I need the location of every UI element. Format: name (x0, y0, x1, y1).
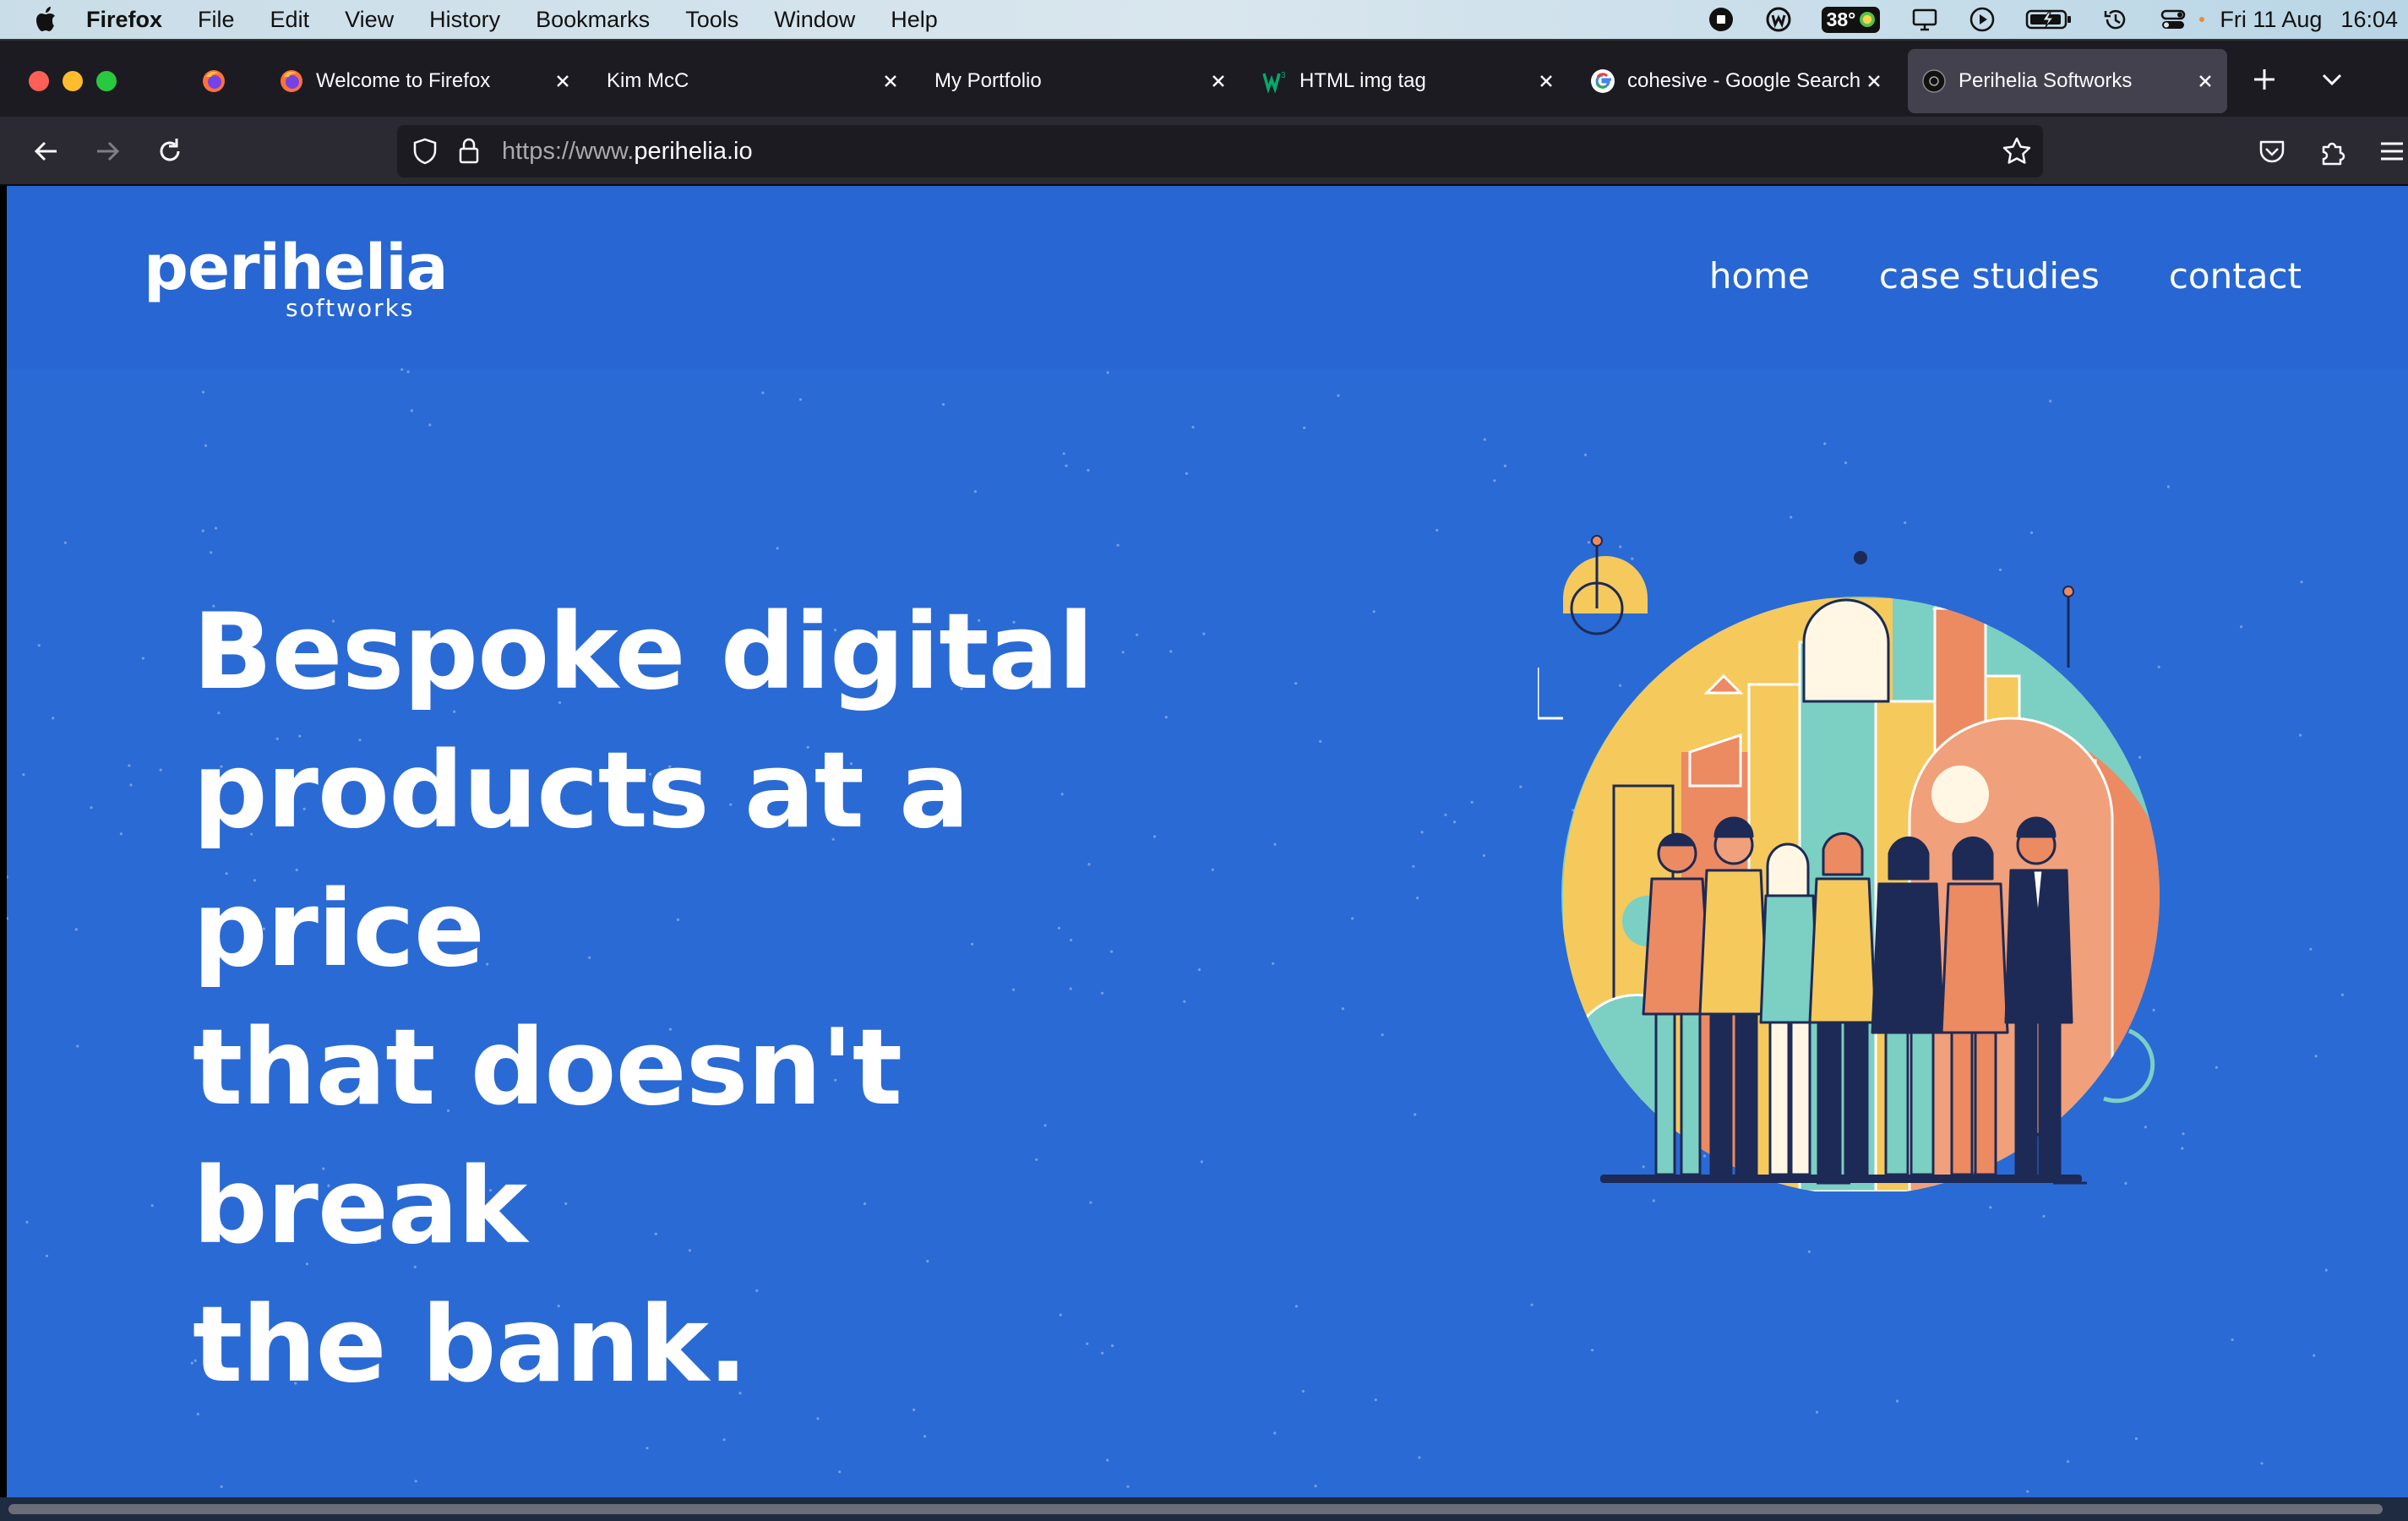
url-domain: perihelia.io (634, 138, 753, 165)
menu-window[interactable]: Window (774, 7, 855, 33)
svg-text:3: 3 (1281, 71, 1286, 80)
macos-menu-bar: Firefox File Edit View History Bookmarks… (0, 0, 2408, 39)
list-all-tabs-chevron-icon[interactable] (2317, 64, 2347, 95)
window-zoom-button[interactable] (96, 71, 117, 91)
url-prefix: https://www. (502, 138, 635, 165)
close-tab-icon[interactable] (2193, 69, 2217, 93)
status-area: 38° Fri 11 Aug 16:04 (1707, 0, 2408, 39)
w3schools-icon: 3 (1262, 71, 1286, 94)
hero-line-1: Bespoke digital (193, 592, 1094, 713)
lock-icon[interactable] (456, 137, 482, 166)
new-tab-plus-icon[interactable] (2249, 64, 2280, 95)
firefox-icon (281, 70, 302, 92)
menu-bookmarks[interactable]: Bookmarks (536, 7, 650, 33)
url-text[interactable]: https://www.perihelia.io (502, 138, 753, 166)
hero-illustration (1538, 535, 2160, 1191)
close-tab-icon[interactable] (879, 69, 902, 93)
menu-help[interactable]: Help (891, 7, 938, 33)
tab-html-img-tag[interactable]: 3 HTML img tag (1262, 49, 1558, 113)
extensions-puzzle-icon[interactable] (2317, 135, 2349, 167)
tab-pinned-firefox[interactable] (201, 49, 240, 113)
tracking-protection-shield-icon[interactable] (411, 137, 439, 166)
logo-subtitle: softworks (286, 294, 415, 322)
nav-link-contact[interactable]: contact (2169, 255, 2302, 297)
scrollbar-thumb[interactable] (8, 1504, 2383, 1514)
tab-strip: Welcome to Firefox Kim McC My Portfolio … (0, 39, 2408, 117)
menubar-date[interactable]: Fri 11 Aug (2220, 7, 2322, 33)
record-stop-icon[interactable] (1707, 5, 1735, 34)
site-navigation: home case studies contact (1709, 255, 2302, 297)
temperature-value: 38° (1826, 8, 1856, 30)
google-icon (1591, 69, 1615, 93)
display-icon[interactable] (1910, 5, 1939, 34)
menubar-time[interactable]: 16:04 (2340, 7, 2398, 33)
bookmark-star-icon[interactable] (2001, 135, 2033, 167)
window-minimize-button[interactable] (63, 71, 83, 91)
close-tab-icon[interactable] (1534, 69, 1558, 93)
web-page: perihelia softworks home case studies co… (7, 186, 2408, 1497)
tab-title: Welcome to Firefox (316, 69, 491, 92)
close-tab-icon[interactable] (551, 69, 575, 93)
hero-line-2: products at a price (193, 730, 970, 990)
app-menu-firefox[interactable]: Firefox (86, 7, 162, 33)
pocket-icon[interactable] (2256, 135, 2288, 167)
hero-headline: Bespoke digital products at a price that… (193, 583, 1257, 1415)
weather-badge[interactable]: 38° (1821, 6, 1881, 33)
tab-welcome-firefox[interactable]: Welcome to Firefox (279, 49, 575, 113)
nav-link-home[interactable]: home (1709, 255, 1810, 297)
close-tab-icon[interactable] (1207, 69, 1230, 93)
site-icon (1922, 69, 1946, 93)
forward-arrow-icon[interactable] (91, 135, 123, 167)
reload-icon[interactable] (154, 135, 186, 167)
screen: Firefox File Edit View History Bookmarks… (0, 0, 2408, 1521)
battery-icon[interactable] (2025, 5, 2073, 34)
tab-title: Kim McC (607, 69, 689, 92)
hero-line-4: the bank. (193, 1284, 748, 1406)
tab-title: cohesive - Google Search (1627, 69, 1861, 92)
menu-tools[interactable]: Tools (685, 7, 738, 33)
horizontal-scrollbar[interactable] (0, 1497, 2408, 1521)
nav-link-case-studies[interactable]: case studies (1879, 255, 2100, 297)
mic-indicator-dot (2199, 17, 2205, 22)
tab-google-search[interactable]: cohesive - Google Search (1590, 49, 1886, 113)
app-menu-hamburger-icon[interactable] (2376, 135, 2408, 167)
tab-perihelia-softworks[interactable]: Perihelia Softworks (1908, 49, 2227, 113)
apple-menu-icon[interactable] (32, 5, 57, 34)
site-header: perihelia softworks home case studies co… (7, 186, 2408, 368)
menu-view[interactable]: View (345, 7, 394, 33)
menu-file[interactable]: File (198, 7, 235, 33)
w-app-icon[interactable] (1764, 5, 1793, 34)
tab-title: Perihelia Softworks (1959, 69, 2133, 92)
tab-title: HTML img tag (1299, 69, 1426, 92)
play-icon[interactable] (1968, 5, 1997, 34)
control-center-icon[interactable] (2159, 5, 2187, 34)
navigation-toolbar: https://www.perihelia.io (0, 117, 2408, 186)
menu-edit[interactable]: Edit (270, 7, 310, 33)
tab-title: My Portfolio (934, 69, 1042, 92)
url-bar[interactable]: https://www.perihelia.io (397, 125, 2043, 177)
menu-history[interactable]: History (429, 7, 500, 33)
site-logo[interactable]: perihelia softworks (144, 232, 449, 322)
logo-wordmark: perihelia (144, 232, 449, 304)
tab-my-portfolio[interactable]: My Portfolio (934, 49, 1230, 113)
back-arrow-icon[interactable] (30, 135, 63, 167)
tab-kim-mcc[interactable]: Kim McC (607, 49, 902, 113)
time-machine-icon[interactable] (2101, 5, 2130, 34)
window-close-button[interactable] (29, 71, 49, 91)
firefox-icon (203, 70, 225, 92)
weather-icon (1860, 12, 1876, 27)
close-tab-icon[interactable] (1862, 69, 1886, 93)
hero-line-3: that doesn't break (193, 1007, 902, 1268)
